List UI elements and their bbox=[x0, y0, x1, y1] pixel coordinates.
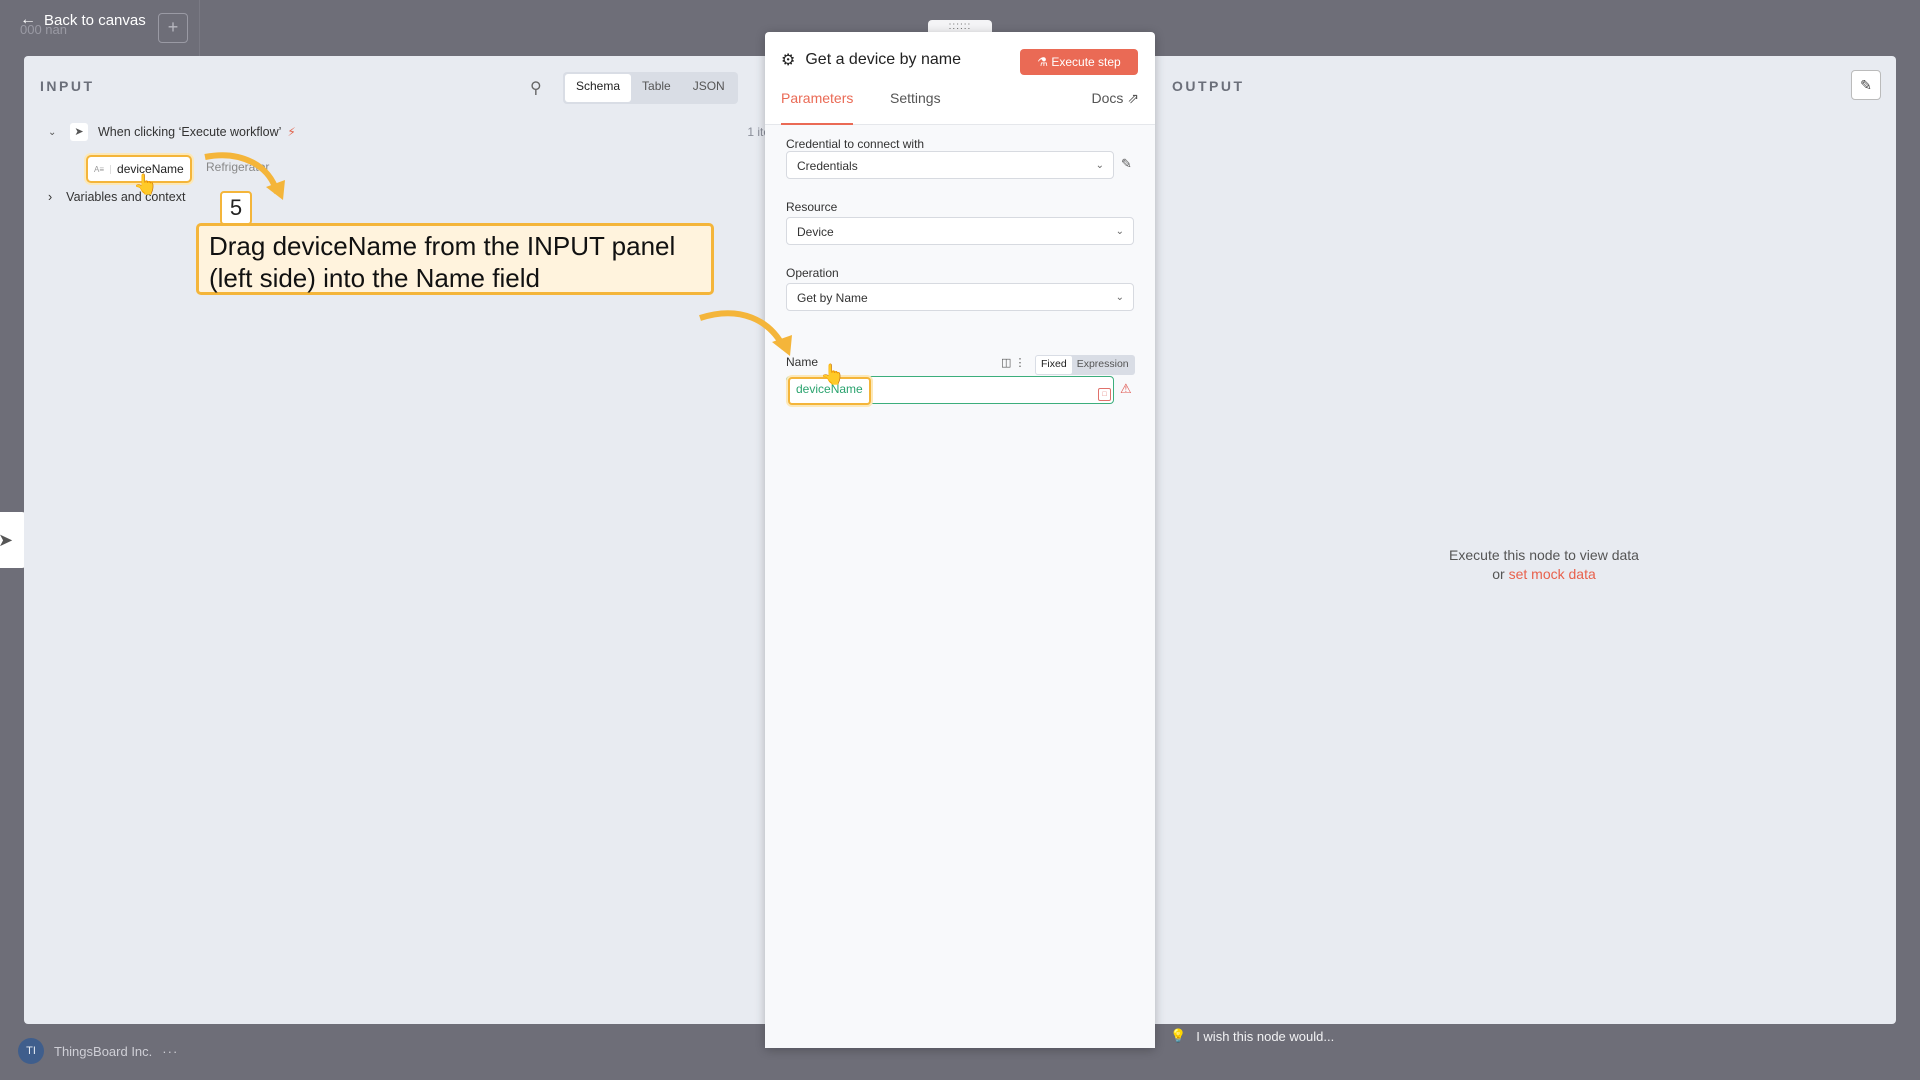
hand-cursor-icon: 👆 bbox=[133, 174, 158, 196]
instruction-callout: Drag deviceName from the INPUT panel (le… bbox=[196, 223, 714, 295]
hand-cursor-icon: 👆 bbox=[820, 364, 845, 386]
arrow-to-field bbox=[204, 152, 280, 194]
annotation-arrows bbox=[204, 152, 792, 356]
arrow-to-name bbox=[699, 310, 787, 350]
step-number-badge: 5 bbox=[220, 191, 252, 225]
